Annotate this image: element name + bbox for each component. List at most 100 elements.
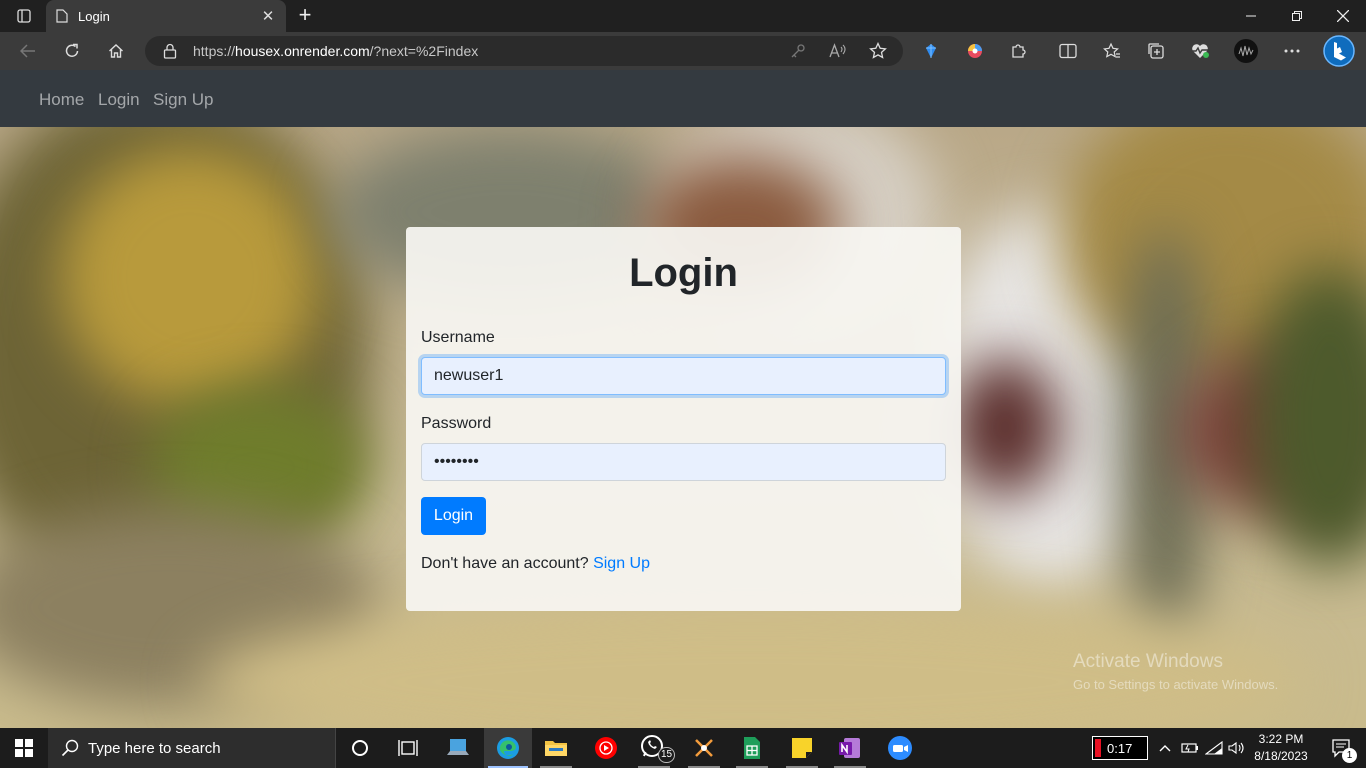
split-screen-button[interactable]: [1054, 37, 1082, 65]
tab-actions-button[interactable]: [8, 4, 40, 28]
wifi-button[interactable]: [1203, 728, 1225, 768]
extensions-button[interactable]: [1005, 37, 1033, 65]
back-arrow-icon: [20, 44, 35, 58]
address-prefix: https://: [193, 43, 236, 59]
task-view-button[interactable]: [384, 728, 432, 768]
password-key-button[interactable]: [784, 37, 812, 65]
home-button[interactable]: [102, 37, 130, 65]
collections-button[interactable]: [1142, 37, 1170, 65]
battery-timer-box: 0:17: [1092, 736, 1148, 760]
extension-color-button[interactable]: [961, 37, 989, 65]
puzzle-icon: [1012, 44, 1026, 58]
windows-logo-icon: [15, 739, 33, 757]
site-navbar: Home Login Sign Up: [0, 70, 1366, 127]
address-host: housex.onrender.com: [235, 43, 370, 59]
taskbar-app-edge[interactable]: [484, 728, 532, 768]
battery-level-bar: [1095, 739, 1101, 757]
nav-link-login[interactable]: Login: [98, 90, 140, 110]
avatar-icon: [1234, 39, 1258, 63]
browser-toolbar: https://housex.onrender.com/?next=%2Find…: [0, 32, 1366, 70]
taskbar-search-box[interactable]: Type here to search: [48, 728, 336, 768]
bing-copilot-button[interactable]: [1322, 34, 1356, 68]
nav-link-home[interactable]: Home: [39, 90, 84, 110]
tab-title: Login: [78, 8, 110, 24]
settings-more-button[interactable]: [1278, 37, 1306, 65]
whatsapp-badge: 15: [658, 747, 676, 763]
clock-date: 8/18/2023: [1254, 749, 1308, 763]
gem-icon: [926, 44, 936, 58]
activate-windows-title: Activate Windows: [1073, 651, 1223, 672]
restore-icon: [1292, 11, 1302, 21]
close-icon: [1337, 10, 1349, 22]
password-label: Password: [421, 415, 492, 432]
profile-avatar-button[interactable]: [1232, 37, 1260, 65]
nav-link-signup[interactable]: Sign Up: [153, 90, 213, 110]
battery-status-button[interactable]: [1179, 728, 1201, 768]
show-hidden-icons-button[interactable]: [1154, 728, 1176, 768]
taskbar-clock[interactable]: 3:22 PM 8/18/2023: [1240, 731, 1322, 765]
tab-close-icon[interactable]: ✕: [260, 7, 276, 25]
read-aloud-button[interactable]: [824, 37, 852, 65]
back-button[interactable]: [14, 37, 42, 65]
windows-taskbar: Type here to search 15 0:17 3:22 PM 8/18…: [0, 728, 1366, 768]
new-tab-button[interactable]: +: [292, 3, 318, 29]
youtube-music-icon: [595, 737, 617, 759]
taskbar-app-onenote[interactable]: [826, 728, 874, 768]
battery-charging-icon: [1181, 743, 1198, 753]
taskbar-app-whatsapp[interactable]: 15: [630, 728, 678, 768]
zoom-icon: [888, 736, 912, 760]
favorites-button[interactable]: [1098, 37, 1126, 65]
password-input[interactable]: [421, 443, 946, 481]
restore-button[interactable]: [1274, 0, 1320, 32]
color-extension-icon: [968, 44, 982, 58]
minimize-button[interactable]: [1228, 0, 1274, 32]
notifications-badge: 1: [1342, 748, 1357, 763]
browser-titlebar: Login ✕ +: [0, 0, 1366, 32]
cortana-button[interactable]: [336, 728, 384, 768]
taskbar-app-sheets[interactable]: [728, 728, 776, 768]
login-submit-button[interactable]: Login: [421, 497, 486, 535]
address-bar[interactable]: https://housex.onrender.com/?next=%2Find…: [145, 36, 903, 66]
username-label: Username: [421, 329, 495, 346]
split-screen-icon: [1059, 43, 1077, 59]
browser-tab[interactable]: Login ✕: [46, 0, 286, 32]
star-icon: [869, 42, 887, 59]
folder-icon: [545, 741, 567, 756]
laptop-app-icon: [447, 739, 469, 755]
notifications-button[interactable]: 1: [1322, 728, 1362, 768]
search-placeholder: Type here to search: [88, 740, 221, 757]
signup-link[interactable]: Sign Up: [593, 555, 650, 572]
task-view-icon: [398, 740, 418, 756]
taskbar-app-file-explorer[interactable]: [532, 728, 580, 768]
taskbar-app-desktop[interactable]: [434, 728, 482, 768]
refresh-button[interactable]: [58, 37, 86, 65]
close-window-button[interactable]: [1320, 0, 1366, 32]
heart-pulse-icon: [1192, 44, 1209, 58]
bing-icon: [1323, 35, 1355, 67]
key-icon: [791, 44, 805, 58]
page-icon: [56, 9, 68, 23]
minimize-icon: [1246, 15, 1256, 17]
read-aloud-icon: [829, 43, 846, 58]
taskbar-app-zoom[interactable]: [876, 728, 924, 768]
login-heading: Login: [629, 251, 738, 295]
cortana-circle-icon: [352, 740, 368, 756]
browser-essentials-button[interactable]: [1186, 37, 1214, 65]
wifi-icon: [1205, 741, 1223, 755]
taskbar-app-sticky-notes[interactable]: [778, 728, 826, 768]
taskbar-app-youtube-music[interactable]: [582, 728, 630, 768]
taskbar-app-snip[interactable]: [680, 728, 728, 768]
signup-prompt-text: Don't have an account?: [421, 555, 589, 572]
tab-actions-icon: [17, 9, 31, 23]
start-button[interactable]: [0, 728, 48, 768]
favorite-star-button[interactable]: [864, 37, 892, 65]
refresh-icon: [65, 43, 79, 57]
extension-gem-button[interactable]: [917, 37, 945, 65]
sheets-icon: [744, 737, 760, 759]
edge-icon: [497, 737, 519, 759]
battery-timer-text: 0:17: [1107, 741, 1133, 756]
battery-timer-widget[interactable]: 0:17: [1090, 728, 1150, 768]
address-url[interactable]: https://housex.onrender.com/?next=%2Find…: [193, 43, 478, 59]
hero-background: Login Username Password Login Don't have…: [0, 127, 1366, 728]
username-input[interactable]: [421, 357, 946, 395]
